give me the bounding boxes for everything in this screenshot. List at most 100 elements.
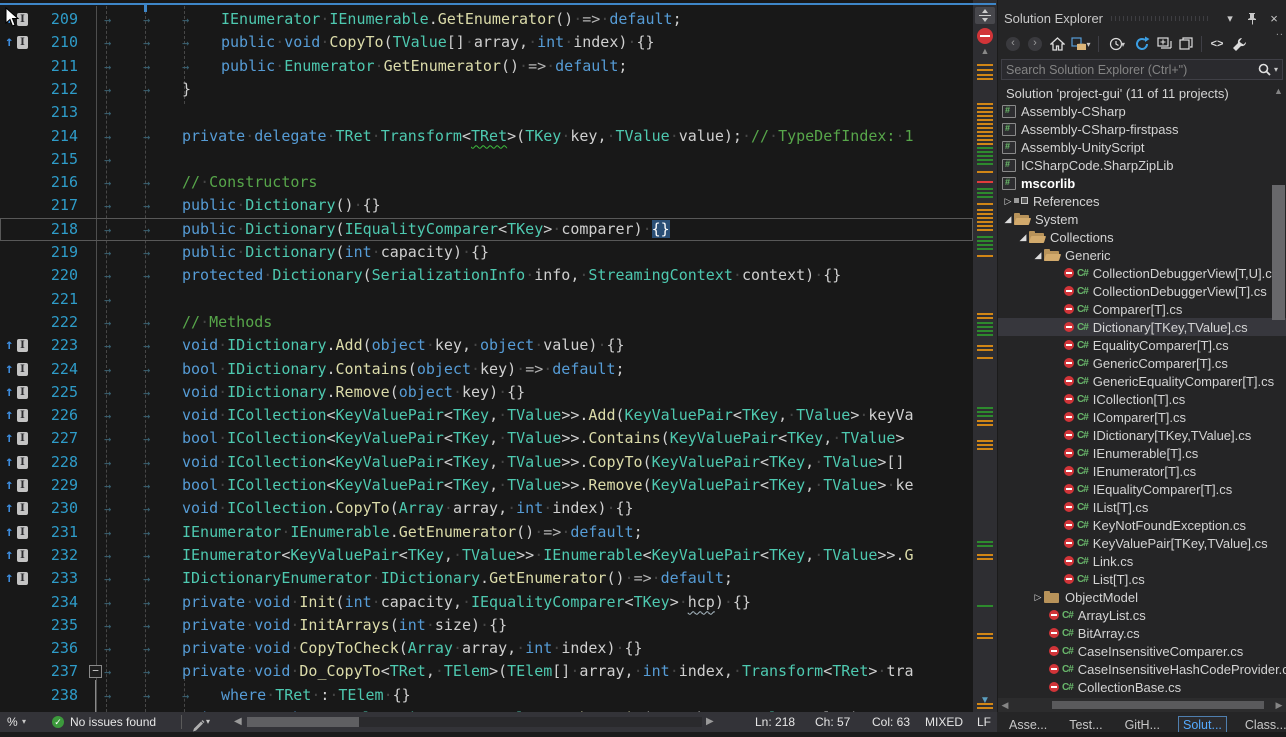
tree-item-caseinsensitivehashcodeprovider-cs[interactable]: C#CaseInsensitiveHashCodeProvider.cs [998, 660, 1286, 678]
code-line-236[interactable]: 236→→private·void·CopyToCheck(Array·arra… [0, 637, 973, 660]
expander-expanded-icon[interactable]: ◢ [1032, 250, 1044, 261]
encoding-indicator[interactable]: MIXED [925, 712, 963, 732]
hscroll-right-icon[interactable]: ▶ [706, 712, 714, 732]
code-text[interactable]: →→private·void·Init(int·capacity,·IEqual… [104, 591, 973, 615]
code-line-218[interactable]: 218→→public·Dictionary(IEqualityComparer… [0, 218, 973, 241]
tree-item-link-cs[interactable]: C#Link.cs [998, 552, 1286, 570]
code-line-219[interactable]: 219→→public·Dictionary(int·capacity)·{} [0, 241, 973, 264]
tree-item-references[interactable]: ▷References [998, 192, 1286, 210]
code-text[interactable]: →→→public·Enumerator·GetEnumerator()·=>·… [104, 55, 973, 79]
tree-item-icsharpcode-sharpziplib[interactable]: ICSharpCode.SharpZipLib [998, 156, 1286, 174]
tree-item-solution-project-gui-11-of-11-projects[interactable]: Solution 'project-gui' (11 of 11 project… [998, 84, 1286, 102]
code-line-228[interactable]: ↑I228→→void·ICollection<KeyValuePair<TKe… [0, 451, 973, 474]
tree-horizontal-scrollbar[interactable]: ◀ ▶ [998, 698, 1286, 712]
expander-collapsed-icon[interactable]: ▷ [1032, 592, 1044, 603]
code-text[interactable]: →→public·Dictionary(IEqualityComparer<TK… [104, 218, 973, 242]
expander-expanded-icon[interactable]: ◢ [1002, 214, 1014, 225]
code-text[interactable]: →→private·static·KeyValuePair<TKey,·TVal… [104, 707, 973, 712]
tree-item-system[interactable]: ◢System [998, 210, 1286, 228]
editor-horizontal-scrollbar[interactable] [247, 717, 702, 727]
collapse-all-icon[interactable] [1153, 34, 1175, 54]
search-box[interactable]: Search Solution Explorer (Ctrl+") ▾ [1001, 59, 1283, 80]
override-indicator-icon[interactable]: ↑I [5, 334, 31, 357]
tree-item-genericequalitycomparer-t-cs[interactable]: C#GenericEqualityComparer[T].cs [998, 372, 1286, 390]
tree-item-mscorlib[interactable]: mscorlib [998, 174, 1286, 192]
char-indicator[interactable]: Ch: 57 [815, 712, 850, 732]
tree-item-ienumerable-t-cs[interactable]: C#IEnumerable[T].cs [998, 444, 1286, 462]
code-text[interactable]: →→void·IDictionary.Add(object·key,·objec… [104, 334, 973, 358]
column-indicator[interactable]: Col: 63 [872, 712, 910, 732]
override-indicator-icon[interactable]: ↑I [5, 567, 31, 590]
code-line-234[interactable]: 234→→private·void·Init(int·capacity,·IEq… [0, 591, 973, 614]
tool-tab-test[interactable]: Test... [1065, 717, 1106, 733]
tree-item-list-t-cs[interactable]: C#List[T].cs [998, 570, 1286, 588]
properties-wrench-icon[interactable] [1228, 34, 1250, 54]
issues-status[interactable]: No issues found [70, 712, 156, 732]
code-text[interactable]: →→public·Dictionary()·{} [104, 194, 973, 218]
code-line-231[interactable]: ↑I231→→IEnumerator·IEnumerable.GetEnumer… [0, 521, 973, 544]
tree-item-equalitycomparer-t-cs[interactable]: C#EqualityComparer[T].cs [998, 336, 1286, 354]
override-indicator-icon[interactable]: ↑I [5, 451, 31, 474]
code-text[interactable]: →→→public·void·CopyTo(TValue[]·array,·in… [104, 31, 973, 55]
tree-item-ilist-t-cs[interactable]: C#IList[T].cs [998, 498, 1286, 516]
switch-views-icon[interactable]: ▾ [1068, 34, 1094, 54]
code-text[interactable]: →→void·IDictionary.Remove(object·key)·{} [104, 381, 973, 405]
code-line-227[interactable]: ↑I227→→bool·ICollection<KeyValuePair<TKe… [0, 427, 973, 450]
code-text[interactable]: →→→IEnumerator·IEnumerable.GetEnumerator… [104, 8, 973, 32]
tree-item-ienumerator-t-cs[interactable]: C#IEnumerator[T].cs [998, 462, 1286, 480]
code-line-212[interactable]: 212→→} [0, 78, 973, 101]
code-text[interactable]: →→bool·ICollection<KeyValuePair<TKey,·TV… [104, 474, 973, 498]
copy-view-icon[interactable] [1175, 34, 1197, 54]
code-line-233[interactable]: ↑I233→→IDictionaryEnumerator·IDictionary… [0, 567, 973, 590]
tree-item-iequalitycomparer-t-cs[interactable]: C#IEqualityComparer[T].cs [998, 480, 1286, 498]
code-line-235[interactable]: 235→→private·void·InitArrays(int·size)·{… [0, 614, 973, 637]
code-editor[interactable]: ↑I209→→→IEnumerator·IEnumerable.GetEnume… [0, 0, 973, 712]
close-icon[interactable]: × [1266, 10, 1282, 26]
tree-item-collectiondebuggerview-t-cs[interactable]: C#CollectionDebuggerView[T].cs [998, 282, 1286, 300]
search-options-caret-icon[interactable]: ▾ [1274, 65, 1278, 74]
code-line-224[interactable]: ↑I224→→bool·IDictionary.Contains(object·… [0, 358, 973, 381]
tree-item-idictionary-tkey-tvalue-cs[interactable]: C#IDictionary[TKey,TValue].cs [998, 426, 1286, 444]
code-text[interactable]: →→void·ICollection.CopyTo(Array·array,·i… [104, 497, 973, 521]
override-indicator-icon[interactable]: ↑I [5, 497, 31, 520]
pin-icon[interactable] [1244, 10, 1260, 26]
code-line-214[interactable]: 214→→private·delegate·TRet·Transform<TRe… [0, 125, 973, 148]
override-indicator-icon[interactable]: ↑I [5, 544, 31, 567]
code-line-211[interactable]: 211→→→public·Enumerator·GetEnumerator()·… [0, 55, 973, 78]
code-text[interactable]: →→private·void·Do_CopyTo<TRet,·TElem>(TE… [104, 660, 973, 684]
code-line-213[interactable]: 213→ [0, 101, 973, 124]
code-text[interactable]: →→private·delegate·TRet·Transform<TRet>(… [104, 125, 973, 149]
code-line-225[interactable]: ↑I225→→void·IDictionary.Remove(object·ke… [0, 381, 973, 404]
override-indicator-icon[interactable]: ↑I [5, 474, 31, 497]
tree-item-generic[interactable]: ◢Generic [998, 246, 1286, 264]
tree-item-dictionary-tkey-tvalue-cs[interactable]: C#Dictionary[TKey,TValue].cs [998, 318, 1286, 336]
code-line-216[interactable]: 216→→//·Constructors [0, 171, 973, 194]
code-text[interactable]: →→private·void·CopyToCheck(Array·array,·… [104, 637, 973, 661]
code-line-230[interactable]: ↑I230→→void·ICollection.CopyTo(Array·arr… [0, 497, 973, 520]
code-line-239[interactable]: 239→→private·static·KeyValuePair<TKey,·T… [0, 707, 973, 712]
override-indicator-icon[interactable]: ↑I [5, 404, 31, 427]
code-text[interactable]: → [104, 101, 973, 125]
tree-item-genericcomparer-t-cs[interactable]: C#GenericComparer[T].cs [998, 354, 1286, 372]
brush-caret-icon[interactable]: ▾ [206, 712, 210, 732]
code-text[interactable]: →→IEnumerator·IEnumerable.GetEnumerator(… [104, 521, 973, 545]
tree-vertical-scrollbar-thumb[interactable] [1272, 185, 1285, 320]
editor-vertical-scrollbar[interactable]: ▲ ▼ [973, 0, 997, 712]
code-text[interactable]: →→private·void·InitArrays(int·size)·{} [104, 614, 973, 638]
scroll-up-arrow-icon[interactable]: ▲ [973, 46, 997, 56]
toolbar-overflow-icon[interactable]: .. [1276, 26, 1284, 38]
tree-item-icomparer-t-cs[interactable]: C#IComparer[T].cs [998, 408, 1286, 426]
panel-title-bar[interactable]: Solution Explorer ▾ × [1004, 8, 1282, 28]
tree-item-keynotfoundexception-cs[interactable]: C#KeyNotFoundException.cs [998, 516, 1286, 534]
code-text[interactable]: →→IDictionaryEnumerator·IDictionary.GetE… [104, 567, 973, 591]
tree-scroll-up-icon[interactable]: ▲ [1272, 86, 1285, 96]
tree-horizontal-scrollbar-thumb[interactable] [1052, 701, 1264, 709]
zoom-caret-icon[interactable]: ▾ [22, 712, 26, 732]
code-line-220[interactable]: 220→→protected·Dictionary(SerializationI… [0, 264, 973, 287]
tree-item-bitarray-cs[interactable]: C#BitArray.cs [998, 624, 1286, 642]
tree-item-collections[interactable]: ◢Collections [998, 228, 1286, 246]
code-line-215[interactable]: 215→ [0, 148, 973, 171]
code-line-226[interactable]: ↑I226→→void·ICollection<KeyValuePair<TKe… [0, 404, 973, 427]
editor-splitter-handle-icon[interactable] [975, 7, 995, 24]
tool-tab-class[interactable]: Class... [1241, 717, 1286, 733]
